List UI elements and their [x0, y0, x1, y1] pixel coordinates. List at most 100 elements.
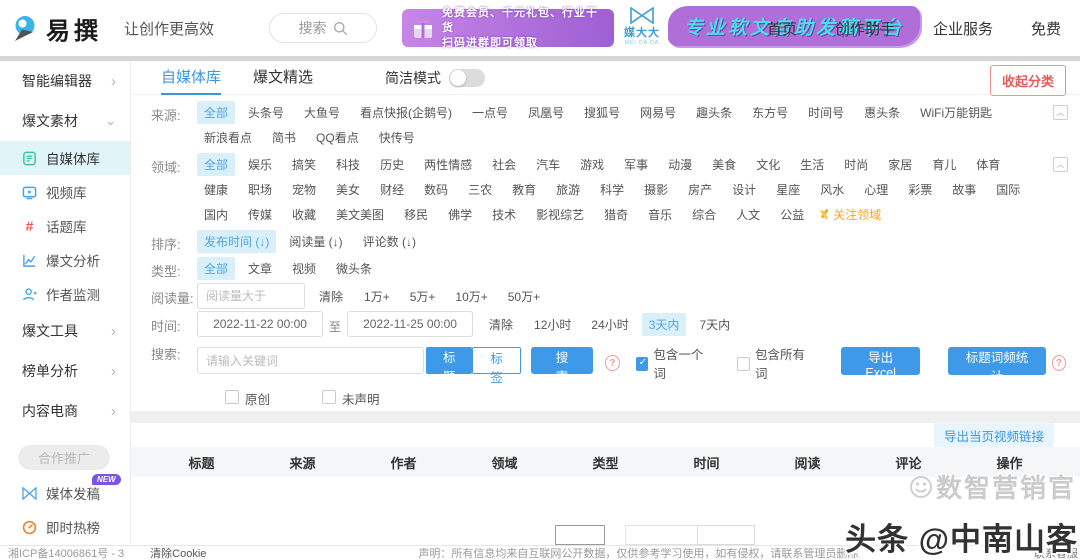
pagination-stub[interactable]	[697, 525, 755, 545]
follow-fields-link[interactable]: 关注领域	[817, 206, 881, 223]
contain-one-word-label[interactable]: 包含一个词	[653, 344, 709, 382]
field-option[interactable]: 军事	[617, 153, 655, 176]
field-option[interactable]: 健康	[197, 178, 235, 201]
contain-all-words-label[interactable]: 包含所有词	[755, 344, 811, 382]
sidebar-item-media-library[interactable]: 自媒体库	[0, 141, 130, 175]
field-option[interactable]: 宠物	[285, 178, 323, 201]
type-option[interactable]: 微头条	[329, 257, 379, 280]
undeclared-label[interactable]: 未声明	[342, 389, 380, 408]
sidebar-item-author-monitor[interactable]: 作者监测	[0, 277, 130, 311]
field-option[interactable]: 财经	[373, 178, 411, 201]
nav-item[interactable]: 企业服务	[914, 18, 1012, 39]
export-page-video-links[interactable]: 导出当页视频链接	[933, 423, 1054, 447]
field-option[interactable]: 设计	[725, 178, 763, 201]
collapse-field-icon[interactable]	[1053, 157, 1068, 172]
field-option[interactable]: 收藏	[285, 203, 323, 226]
reads-option[interactable]: 50万+	[501, 285, 547, 308]
field-option[interactable]: 科技	[329, 153, 367, 176]
search-help-icon[interactable]	[605, 355, 620, 371]
field-option[interactable]: 影视综艺	[529, 203, 591, 226]
field-option[interactable]: 美文美图	[329, 203, 391, 226]
field-option[interactable]: 人文	[729, 203, 767, 226]
pagination-stub[interactable]	[555, 525, 605, 545]
field-option[interactable]: 全部	[197, 153, 236, 176]
coop-promo-pill[interactable]: 合作推广	[18, 445, 110, 470]
contact-support-link[interactable]: 联系客服	[1034, 545, 1078, 560]
field-option[interactable]: 美食	[705, 153, 743, 176]
source-option[interactable]: WiFi万能钥匙	[913, 101, 999, 124]
field-option[interactable]: 旅游	[549, 178, 587, 201]
time-from-input[interactable]	[197, 311, 323, 337]
tab-hot-featured[interactable]: 爆文精选	[253, 61, 313, 95]
sidebar-item-hot-material[interactable]: 爆文素材	[0, 101, 130, 141]
field-option[interactable]: 教育	[505, 178, 543, 201]
nav-item[interactable]: 创作助手	[816, 18, 914, 39]
field-option[interactable]: 传媒	[241, 203, 279, 226]
field-option[interactable]: 数码	[417, 178, 455, 201]
type-option[interactable]: 视频	[285, 257, 323, 280]
sidebar-item-rank-analysis[interactable]: 榜单分析	[0, 351, 130, 391]
logo[interactable]: 易撰	[10, 11, 102, 46]
source-option[interactable]: QQ看点	[309, 126, 366, 149]
source-option[interactable]: 东方号	[745, 101, 795, 124]
source-option[interactable]: 时间号	[801, 101, 851, 124]
field-option[interactable]: 家居	[881, 153, 919, 176]
time-to-input[interactable]	[347, 311, 474, 337]
field-option[interactable]: 社会	[485, 153, 523, 176]
sort-option[interactable]: 发布时间 (↓)	[197, 230, 277, 253]
simple-mode-toggle[interactable]	[449, 68, 486, 87]
field-option[interactable]: 心理	[857, 178, 895, 201]
nav-item[interactable]: 首页	[748, 18, 816, 39]
member-promo-banner[interactable]: 免费会员、千元礼包、行业干货 扫码进群即可领取	[402, 7, 614, 49]
field-option[interactable]: 猎奇	[597, 203, 635, 226]
field-option[interactable]: 生活	[793, 153, 831, 176]
reads-option[interactable]: 10万+	[448, 285, 494, 308]
field-option[interactable]: 风水	[813, 178, 851, 201]
source-option[interactable]: 全部	[197, 101, 236, 124]
source-option[interactable]: 看点快报(企鹅号)	[353, 101, 459, 124]
field-option[interactable]: 国际	[989, 178, 1027, 201]
word-frequency-help-icon[interactable]	[1051, 355, 1067, 371]
field-option[interactable]: 时尚	[837, 153, 875, 176]
collapse-categories-button[interactable]: 收起分类	[989, 65, 1066, 96]
search-button[interactable]: 搜索	[530, 347, 594, 384]
header-search-input[interactable]: 搜索	[269, 13, 378, 43]
field-option[interactable]: 公益	[773, 203, 811, 226]
nav-item[interactable]: 免费	[1012, 18, 1080, 39]
clear-cookie-link[interactable]: 清除Cookie	[150, 545, 206, 560]
field-option[interactable]: 佛学	[441, 203, 479, 226]
sort-option[interactable]: 评论数 (↓)	[356, 230, 423, 253]
time-option[interactable]: 3天内	[641, 312, 687, 336]
field-option[interactable]: 体育	[969, 153, 1007, 176]
field-option[interactable]: 职场	[241, 178, 279, 201]
time-option[interactable]: 7天内	[692, 313, 737, 336]
tab-media-library[interactable]: 自媒体库	[161, 61, 222, 95]
source-option[interactable]: 惠头条	[857, 101, 907, 124]
match-title-button[interactable]: 标题	[426, 347, 473, 384]
field-option[interactable]: 美女	[329, 178, 367, 201]
field-option[interactable]: 动漫	[661, 153, 699, 176]
field-option[interactable]: 彩票	[901, 178, 939, 201]
time-option[interactable]: 12小时	[527, 313, 578, 336]
contain-one-word-checkbox[interactable]	[635, 356, 649, 371]
reads-clear-link[interactable]: 清除	[319, 288, 343, 305]
field-option[interactable]: 搞笑	[285, 153, 323, 176]
source-option[interactable]: 凤凰号	[521, 101, 571, 124]
source-option[interactable]: 头条号	[241, 101, 291, 124]
original-checkbox[interactable]	[225, 390, 239, 404]
field-option[interactable]: 星座	[769, 178, 807, 201]
field-option[interactable]: 游戏	[573, 153, 611, 176]
source-option[interactable]: 快传号	[372, 126, 422, 149]
field-option[interactable]: 移民	[397, 203, 435, 226]
field-option[interactable]: 历史	[373, 153, 411, 176]
contain-all-words-checkbox[interactable]	[737, 356, 750, 371]
source-option[interactable]: 网易号	[633, 101, 683, 124]
sidebar-item-video-library[interactable]: 视频库	[0, 175, 130, 209]
field-option[interactable]: 育儿	[925, 153, 963, 176]
source-option[interactable]: 一点号	[465, 101, 515, 124]
sidebar-item-realtime-hot-list[interactable]: 即时热榜	[0, 510, 130, 544]
sidebar-item-smart-editor[interactable]: 智能编辑器	[0, 61, 130, 101]
collapse-source-icon[interactable]	[1053, 105, 1068, 120]
sidebar-item-content-ecommerce[interactable]: 内容电商	[0, 391, 130, 431]
field-option[interactable]: 摄影	[637, 178, 675, 201]
